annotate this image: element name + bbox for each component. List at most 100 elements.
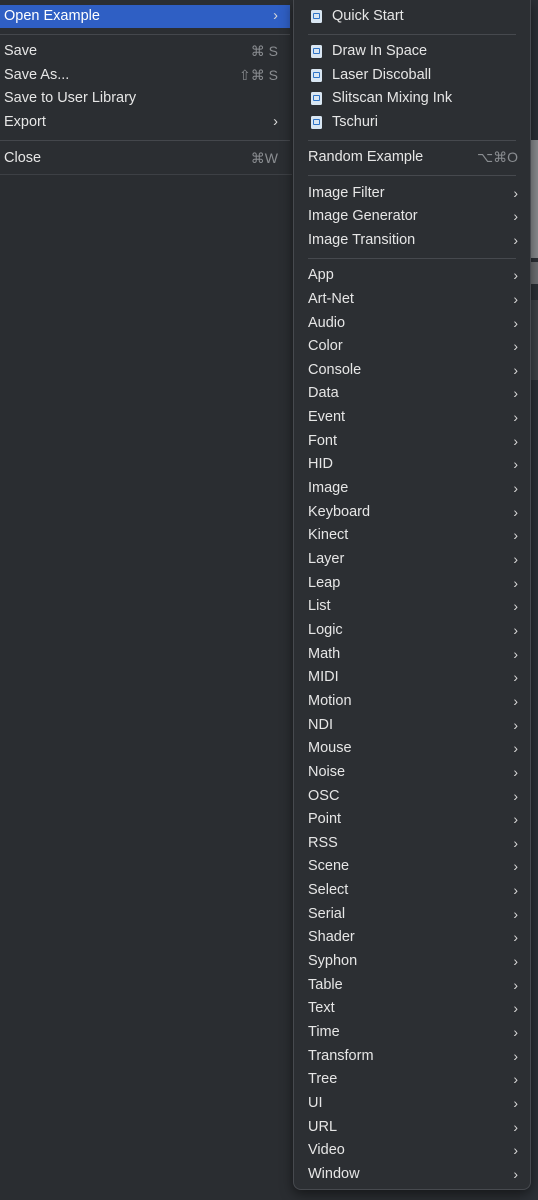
- menu-item-label: Mouse: [308, 740, 352, 757]
- chevron-right-icon: ›: [513, 669, 518, 686]
- chevron-right-icon: ›: [513, 456, 518, 473]
- menu-item-category[interactable]: Serial ›: [294, 903, 530, 927]
- chevron-right-icon: ›: [513, 692, 518, 709]
- menu-item-category[interactable]: OSC ›: [294, 785, 530, 809]
- menu-item-category[interactable]: NDI ›: [294, 714, 530, 738]
- menu-item-category[interactable]: Window ›: [294, 1163, 530, 1187]
- menu-item-category[interactable]: Noise ›: [294, 761, 530, 785]
- menu-item-label: Point: [308, 811, 342, 828]
- menu-item-example[interactable]: Slitscan Mixing Ink: [294, 87, 530, 111]
- menu-item-label: Console: [308, 361, 362, 378]
- document-icon: [311, 10, 322, 23]
- menu-item-image-generator[interactable]: Image Generator ›: [294, 205, 530, 229]
- menu-item-category[interactable]: Logic ›: [294, 619, 530, 643]
- menu-item-category[interactable]: Event ›: [294, 406, 530, 430]
- menu-item-category[interactable]: Image ›: [294, 477, 530, 501]
- menu-item-category[interactable]: Audio ›: [294, 312, 530, 336]
- menu-item-category[interactable]: Point ›: [294, 808, 530, 832]
- menu-item-category[interactable]: Art-Net ›: [294, 288, 530, 312]
- menu-item-label: MIDI: [308, 669, 339, 686]
- menu-item-category[interactable]: Video ›: [294, 1139, 530, 1163]
- menu-item-category[interactable]: Layer ›: [294, 548, 530, 572]
- menu-item-label: Serial: [308, 905, 346, 922]
- chevron-right-icon: ›: [513, 314, 518, 331]
- menu-item-category[interactable]: Shader ›: [294, 926, 530, 950]
- menu-item-category[interactable]: Text ›: [294, 997, 530, 1021]
- menu-item-category[interactable]: Syphon ›: [294, 950, 530, 974]
- menu-item-category[interactable]: Leap ›: [294, 572, 530, 596]
- menu-item-label: HID: [308, 456, 333, 473]
- menu-item-save-to-user-library[interactable]: Save to User Library: [0, 87, 290, 110]
- menu-separator: [308, 34, 516, 35]
- chevron-right-icon: ›: [513, 976, 518, 993]
- menu-item-export[interactable]: Export ›: [0, 111, 290, 134]
- menu-item-label: Window: [308, 1165, 360, 1182]
- menu-item-category[interactable]: Console ›: [294, 359, 530, 383]
- menu-item-example[interactable]: Laser Discoball: [294, 64, 530, 88]
- menu-item-example[interactable]: Tschuri: [294, 111, 530, 135]
- menu-item-label: Slitscan Mixing Ink: [332, 90, 453, 106]
- menu-item-quick-start[interactable]: Quick Start: [294, 5, 530, 29]
- menu-item-category[interactable]: Color ›: [294, 335, 530, 359]
- menu-item-category[interactable]: RSS ›: [294, 832, 530, 856]
- menu-item-category[interactable]: Time ›: [294, 1021, 530, 1045]
- menu-item-category[interactable]: Math ›: [294, 643, 530, 667]
- menu-item-label: Layer: [308, 551, 345, 567]
- menu-item-category[interactable]: URL ›: [294, 1116, 530, 1140]
- menu-item-category[interactable]: List ›: [294, 595, 530, 619]
- chevron-right-icon: ›: [513, 1071, 518, 1088]
- menu-item-category[interactable]: Mouse ›: [294, 737, 530, 761]
- menu-item-label: Table: [308, 976, 343, 993]
- document-icon: [311, 92, 322, 105]
- chevron-right-icon: ›: [513, 1165, 518, 1182]
- menu-item-category[interactable]: Motion ›: [294, 690, 530, 714]
- menu-item-label: Noise: [308, 763, 346, 780]
- menu-item-save-as[interactable]: Save As... ⇧⌘ S: [0, 64, 290, 87]
- menu-item-label: Logic: [308, 621, 343, 638]
- menu-item-category[interactable]: Scene ›: [294, 855, 530, 879]
- chevron-right-icon: ›: [513, 598, 518, 615]
- menu-item-category[interactable]: Tree ›: [294, 1068, 530, 1092]
- menu-shortcut: ⌘W: [250, 150, 278, 166]
- menu-item-category[interactable]: Font ›: [294, 430, 530, 454]
- menu-item-label: OSC: [308, 787, 340, 804]
- menu-item-label: App: [308, 267, 334, 284]
- menu-separator: [308, 258, 516, 259]
- menu-item-label: Syphon: [308, 953, 358, 970]
- menu-item-category[interactable]: App ›: [294, 264, 530, 288]
- menu-item-label: Tree: [308, 1071, 338, 1088]
- chevron-right-icon: ›: [513, 645, 518, 662]
- menu-item-label: Random Example: [308, 149, 424, 165]
- menu-item-label: Tschuri: [332, 113, 378, 130]
- menu-item-category[interactable]: Select ›: [294, 879, 530, 903]
- menu-item-category[interactable]: HID ›: [294, 453, 530, 477]
- chevron-right-icon: ›: [513, 882, 518, 899]
- menu-item-image-transition[interactable]: Image Transition ›: [294, 229, 530, 253]
- menu-item-random-example[interactable]: Random Example ⌥⌘O: [294, 146, 530, 170]
- menu-item-category[interactable]: Keyboard ›: [294, 501, 530, 525]
- menu-item-label: Select: [308, 882, 349, 899]
- menu-item-example[interactable]: Draw In Space: [294, 40, 530, 64]
- menu-item-label: Font: [308, 432, 338, 449]
- menu-item-label: Draw In Space: [332, 43, 428, 59]
- menu-item-category[interactable]: Kinect ›: [294, 524, 530, 548]
- menu-item-label: Save to User Library: [4, 90, 137, 106]
- document-icon: [311, 45, 322, 58]
- menu-item-close[interactable]: Close ⌘W: [0, 147, 290, 170]
- menu-item-label: Laser Discoball: [332, 66, 432, 83]
- menu-item-label: Shader: [308, 929, 355, 946]
- menu-item-label: Math: [308, 645, 341, 662]
- menu-item-category[interactable]: Transform ›: [294, 1045, 530, 1069]
- menu-item-image-filter[interactable]: Image Filter ›: [294, 182, 530, 206]
- menu-item-category[interactable]: MIDI ›: [294, 666, 530, 690]
- menu-item-label: UI: [308, 1094, 323, 1111]
- menu-item-category[interactable]: Table ›: [294, 974, 530, 998]
- chevron-right-icon: ›: [513, 1118, 518, 1135]
- menu-item-category[interactable]: UI ›: [294, 1092, 530, 1116]
- menu-item-label: Image Generator: [308, 208, 418, 224]
- menu-item-save[interactable]: Save ⌘ S: [0, 40, 290, 63]
- menu-item-category[interactable]: Data ›: [294, 382, 530, 406]
- chevron-right-icon: ›: [513, 740, 518, 757]
- menu-separator: [0, 34, 290, 35]
- menu-item-open-example[interactable]: Open Example ›: [0, 5, 290, 28]
